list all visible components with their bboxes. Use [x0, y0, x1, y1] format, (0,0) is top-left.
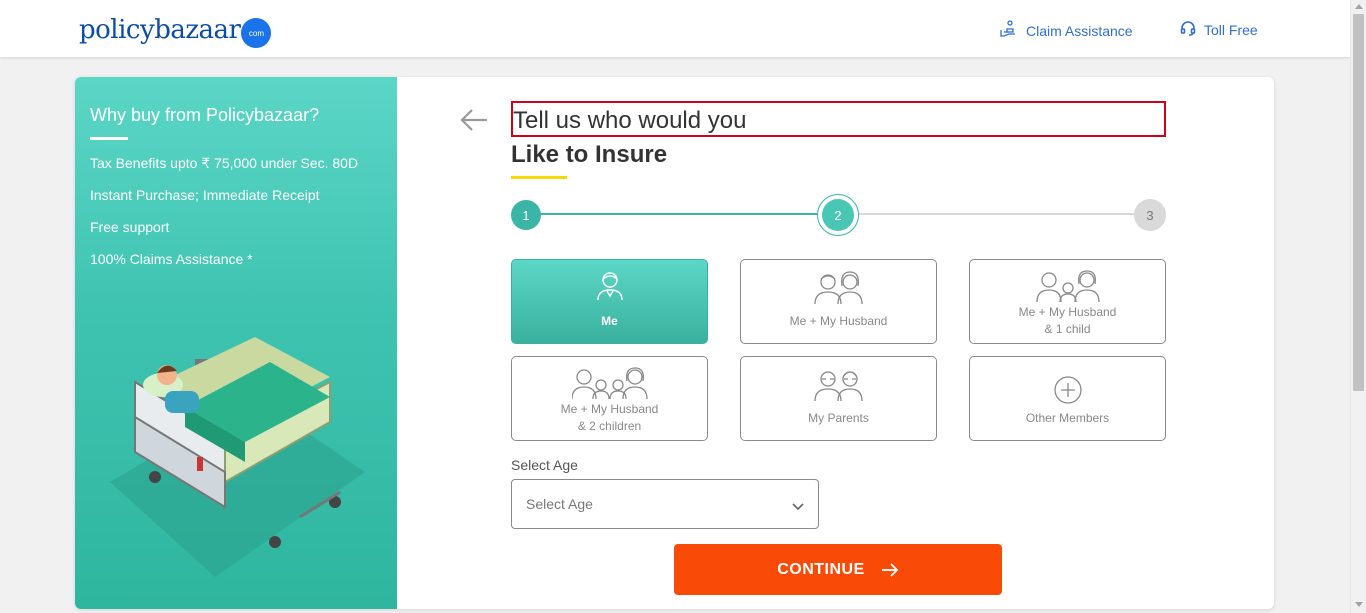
step-2: 2 [822, 199, 854, 231]
option-label: Other Members [1025, 411, 1110, 425]
stepper-line-pending [856, 213, 1149, 215]
continue-label: CONTINUE [777, 560, 865, 578]
plus-circle-icon [970, 375, 1165, 405]
back-arrow-icon[interactable] [459, 107, 489, 138]
policybazaar-logo[interactable]: policybazaar com [79, 12, 272, 48]
option-me-husband-1-child[interactable]: Me + My Husband & 1 child [969, 259, 1166, 344]
option-label-line1: Me + My Husband [1018, 305, 1117, 319]
benefit-item: Free support [90, 219, 170, 235]
claim-assistance-link[interactable]: Claim Assistance [1000, 20, 1133, 41]
page-scrollbar[interactable] [1350, 0, 1366, 613]
page-title-line2: Like to Insure [511, 141, 668, 168]
option-me-husband[interactable]: Me + My Husband [740, 259, 937, 344]
toll-free-label: Toll Free [1204, 21, 1258, 38]
option-label-line1: Me + My Husband [560, 402, 659, 416]
parents-icon [741, 367, 936, 403]
claim-hand-icon [1000, 20, 1018, 41]
option-my-parents[interactable]: My Parents [740, 356, 937, 441]
couple-icon [741, 270, 936, 306]
title-underline [511, 176, 567, 179]
page-title-line1: Tell us who would you [513, 107, 747, 134]
select-age-label: Select Age [511, 457, 578, 473]
single-person-icon [512, 270, 707, 302]
logo-badge: com [241, 18, 272, 48]
stepper-line-completed [526, 213, 836, 215]
logo-wordmark: policybazaar [79, 15, 241, 45]
benefit-item: Tax Benefits upto ₹ 75,000 under Sec. 80… [90, 155, 359, 171]
claim-assistance-label: Claim Assistance [1026, 22, 1133, 39]
option-label: Me + My Husband [789, 314, 888, 328]
benefit-item: 100% Claims Assistance * [90, 251, 253, 267]
option-me[interactable]: Me [511, 259, 708, 344]
benefit-item: Instant Purchase; Immediate Receipt [90, 187, 320, 203]
step-3: 3 [1134, 199, 1166, 231]
chevron-down-icon [792, 498, 804, 514]
option-label: Me [601, 314, 618, 328]
scroll-down-arrow[interactable] [1355, 602, 1363, 607]
option-me-husband-2-children[interactable]: Me + My Husband & 2 children [511, 356, 708, 441]
toll-free-link[interactable]: Toll Free [1180, 20, 1258, 39]
option-label: My Parents [808, 411, 869, 425]
scroll-up-arrow[interactable] [1355, 4, 1363, 9]
age-dropdown[interactable]: Select Age [511, 479, 819, 529]
option-label-line2: & 1 child [1044, 322, 1091, 336]
arrow-right-icon [881, 562, 899, 577]
hospital-bed-illustration [105, 307, 375, 609]
benefits-heading: Why buy from Policybazaar? [90, 105, 320, 125]
headset-icon [1180, 20, 1196, 39]
step-1: 1 [511, 200, 541, 230]
benefits-panel: Why buy from Policybazaar? Tax Benefits … [75, 77, 397, 609]
option-label: Me + My Husband & 2 children [512, 401, 707, 435]
family-one-child-icon [970, 270, 1165, 304]
age-dropdown-placeholder: Select Age [526, 496, 593, 512]
option-label-line2: & 2 children [577, 419, 642, 433]
heading-underline [90, 137, 128, 140]
insurance-form-card: Why buy from Policybazaar? Tax Benefits … [75, 77, 1274, 609]
top-header: policybazaar com Claim Assistance Toll F… [0, 0, 1350, 57]
continue-button[interactable]: CONTINUE [674, 544, 1002, 595]
benefits-list: Tax Benefits upto ₹ 75,000 under Sec. 80… [90, 155, 358, 283]
scroll-thumb[interactable] [1353, 14, 1364, 391]
family-two-children-icon [512, 367, 707, 401]
option-label: Me + My Husband & 1 child [970, 304, 1165, 338]
option-other-members[interactable]: Other Members [969, 356, 1166, 441]
